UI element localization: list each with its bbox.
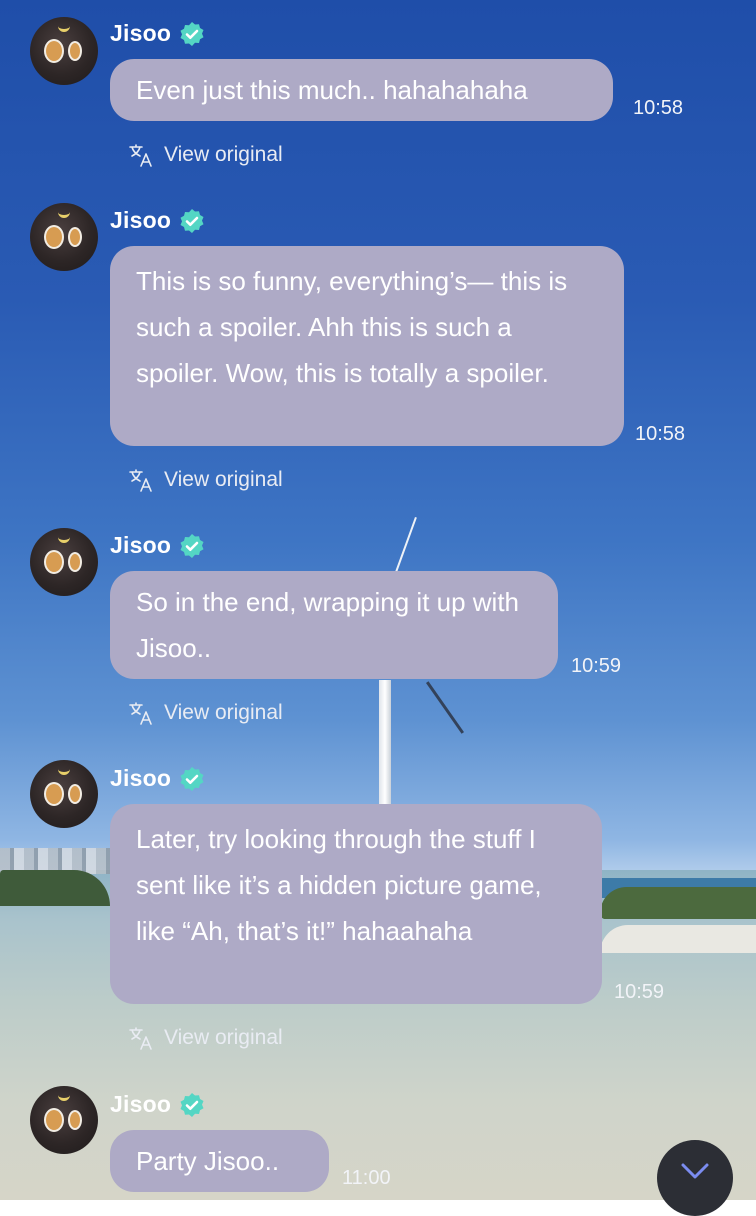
view-original-label: View original [164, 143, 283, 166]
sender-row: Jisoo [110, 765, 205, 792]
chevron-down-icon [681, 1163, 709, 1179]
shoreline-left [0, 870, 110, 906]
message-timestamp: 10:59 [571, 655, 622, 677]
avatar[interactable] [30, 17, 98, 85]
avatar[interactable] [30, 528, 98, 596]
wind-turbine-blade [394, 517, 417, 575]
verified-badge-icon [180, 21, 204, 46]
sender-name: Jisoo [110, 532, 172, 558]
message-bubble[interactable]: Later, try looking through the stuff I s… [110, 804, 602, 1004]
sand-bar [600, 925, 756, 953]
sender-row: Jisoo [110, 207, 205, 234]
shoreline-right [600, 887, 756, 919]
avatar[interactable] [30, 1086, 98, 1154]
sender-name: Jisoo [110, 1091, 172, 1117]
message-bubble[interactable]: Even just this much.. hahahahaha [110, 59, 613, 121]
verified-badge-icon [180, 533, 204, 558]
translate-icon [129, 144, 152, 167]
sender-row: Jisoo [110, 1091, 205, 1118]
message-timestamp: 11:00 [342, 1167, 391, 1189]
translate-icon [129, 702, 152, 725]
view-original-link[interactable]: View original [128, 700, 283, 726]
scroll-to-bottom-button[interactable] [657, 1140, 733, 1216]
sender-name: Jisoo [110, 20, 172, 46]
view-original-label: View original [164, 701, 283, 724]
view-original-link[interactable]: View original [128, 1025, 283, 1051]
message-bubble[interactable]: Party Jisoo.. [110, 1130, 329, 1192]
view-original-label: View original [164, 1026, 283, 1049]
wind-turbine-tower [379, 680, 391, 805]
message-timestamp: 10:58 [633, 97, 684, 119]
message-bubble[interactable]: This is so funny, everything’s— this is … [110, 246, 624, 446]
sender-row: Jisoo [110, 532, 205, 559]
sender-name: Jisoo [110, 765, 172, 791]
view-original-link[interactable]: View original [128, 142, 283, 168]
message-timestamp: 10:58 [635, 423, 686, 445]
view-original-label: View original [164, 468, 283, 491]
avatar[interactable] [30, 760, 98, 828]
wind-turbine-blade [426, 681, 465, 734]
verified-badge-icon [180, 208, 204, 233]
message-bubble[interactable]: So in the end, wrapping it up with Jisoo… [110, 571, 558, 679]
sender-row: Jisoo [110, 20, 205, 47]
view-original-link[interactable]: View original [128, 467, 283, 493]
translate-icon [129, 1027, 152, 1050]
sender-name: Jisoo [110, 207, 172, 233]
translate-icon [129, 469, 152, 492]
verified-badge-icon [180, 766, 204, 791]
avatar[interactable] [30, 203, 98, 271]
message-timestamp: 10:59 [614, 981, 665, 1003]
verified-badge-icon [180, 1092, 204, 1117]
